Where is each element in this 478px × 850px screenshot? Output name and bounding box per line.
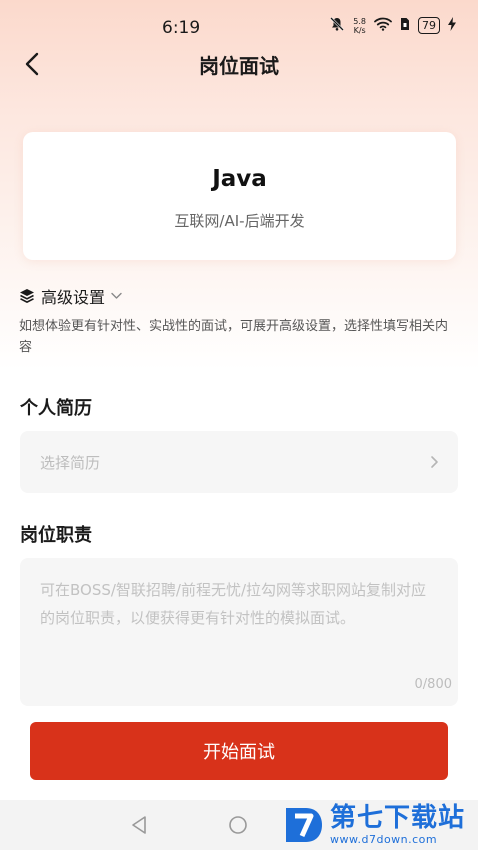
watermark: 第七下载站 www.d7down.com — [284, 800, 478, 850]
resume-section-title: 个人简历 — [20, 398, 92, 419]
job-card: Java 互联网/AI-后端开发 — [23, 132, 456, 260]
watermark-url: www.d7down.com — [330, 833, 438, 846]
system-back-button[interactable] — [130, 815, 148, 839]
advanced-settings-label: 高级设置 — [41, 288, 106, 307]
d7-logo-icon — [286, 808, 322, 842]
layers-icon — [20, 289, 34, 303]
status-time: 6:19 — [162, 18, 201, 38]
network-speed-unit: K/s — [353, 25, 366, 35]
job-title: Java — [212, 166, 267, 192]
system-home-button[interactable] — [228, 815, 248, 839]
resume-select[interactable]: 选择简历 — [20, 431, 458, 493]
battery-level: 79 — [422, 19, 436, 32]
status-icons: 5.8 K/s 79 — [329, 16, 456, 35]
chevron-down-icon — [111, 292, 122, 299]
character-counter: 0/800 — [414, 677, 452, 692]
triangle-back-icon — [132, 816, 146, 834]
job-duty-textarea[interactable] — [20, 558, 458, 706]
network-speed: 5.8 K/s — [353, 17, 366, 35]
wifi-icon — [374, 17, 392, 34]
job-category: 互联网/AI-后端开发 — [174, 212, 305, 230]
mute-bell-icon — [329, 16, 345, 35]
advanced-settings-toggle[interactable]: 高级设置 — [19, 284, 122, 308]
start-interview-button[interactable]: 开始面试 — [30, 722, 448, 780]
job-duty-section-title: 岗位职责 — [20, 525, 92, 546]
resume-placeholder: 选择简历 — [40, 454, 101, 472]
advanced-settings-description: 如想体验更有针对性、实战性的面试，可展开高级设置，选择性填写相关内容 — [19, 319, 449, 355]
network-speed-value: 5.8 — [353, 16, 366, 26]
battery-indicator: 79 — [418, 17, 440, 34]
navigation-bar: 岗位面试 — [0, 42, 478, 86]
sim-card-icon — [400, 17, 410, 34]
watermark-title: 第七下载站 — [330, 803, 466, 833]
chevron-right-icon — [431, 456, 438, 468]
page-title: 岗位面试 — [199, 54, 279, 78]
charging-bolt-icon — [448, 17, 456, 34]
job-duty-box: 0/800 — [20, 558, 458, 706]
watermark-text: 第七下载站 www.d7down.com — [330, 805, 465, 845]
circle-home-icon — [229, 816, 247, 834]
